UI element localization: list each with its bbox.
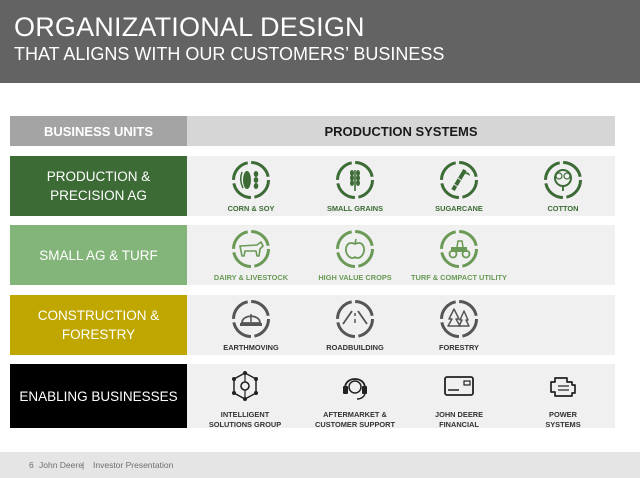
system-small-grains: SMALL GRAINS: [303, 160, 407, 213]
hard-hat-icon: [232, 300, 270, 338]
system-label: HIGH VALUE CROPS: [318, 273, 392, 282]
cotton-icon: [544, 161, 582, 199]
unit-label: SMALL AG & TURF: [39, 247, 158, 263]
cow-icon: [232, 230, 270, 268]
unit-label: PRECISION AG: [50, 188, 147, 203]
business-units-header: BUSINESS UNITS: [10, 116, 187, 146]
unit-small-ag-turf: SMALL AG & TURF: [10, 225, 187, 285]
title-banner: ORGANIZATIONAL DESIGN THAT ALIGNS WITH O…: [0, 0, 640, 83]
system-turf-compact-utility: TURF & COMPACT UTILITY: [407, 229, 511, 282]
trees-icon: [440, 300, 478, 338]
system-label: CUSTOMER SUPPORT: [315, 420, 395, 429]
system-forestry: FORESTRY: [407, 299, 511, 352]
system-high-value-crops: HIGH VALUE CROPS: [303, 229, 407, 282]
company-name: John Deere: [39, 460, 83, 470]
slide-subtitle: THAT ALIGNS WITH OUR CUSTOMERS’ BUSINESS: [14, 44, 445, 64]
production-systems-header: PRODUCTION SYSTEMS: [187, 116, 615, 146]
headset-icon: [343, 378, 367, 400]
wheat-icon: [336, 161, 374, 199]
unit-label: PRODUCTION &: [46, 169, 151, 184]
system-label: POWER: [549, 410, 577, 419]
unit-label: CONSTRUCTION &: [37, 308, 160, 323]
tractor-icon: [440, 230, 478, 268]
system-label: DAIRY & LIVESTOCK: [213, 273, 289, 282]
apple-icon: [336, 230, 374, 268]
system-label: JOHN DEERE: [434, 410, 484, 419]
system-label: COTTON: [547, 204, 579, 213]
system-label: SMALL GRAINS: [326, 204, 384, 213]
system-sugarcane: SUGARCANE: [407, 160, 511, 213]
system-dairy-livestock: DAIRY & LIVESTOCK: [199, 229, 303, 282]
system-label: ROADBUILDING: [326, 343, 384, 352]
system-john-deere-financial: JOHN DEERE FINANCIAL: [407, 366, 511, 429]
system-label: AFTERMARKET &: [323, 410, 387, 419]
unit-label: ENABLING BUSINESSES: [19, 388, 178, 404]
system-aftermarket-customer-support: AFTERMARKET & CUSTOMER SUPPORT: [303, 366, 407, 429]
system-label: EARTHMOVING: [223, 343, 279, 352]
system-intelligent-solutions-group: INTELLIGENT SOLUTIONS GROUP: [193, 366, 297, 429]
system-roadbuilding: ROADBUILDING: [303, 299, 407, 352]
document-name: Investor Presentation: [93, 460, 174, 470]
system-power-systems: POWER SYSTEMS: [511, 366, 615, 429]
system-label: FORESTRY: [439, 343, 479, 352]
sugarcane-icon: [440, 161, 478, 199]
credit-card-icon: [444, 376, 474, 396]
slide-title: ORGANIZATIONAL DESIGN: [14, 12, 365, 42]
unit-construction-forestry: CONSTRUCTION & FORESTRY: [10, 295, 187, 355]
footer-separator: |: [82, 460, 85, 470]
unit-enabling-businesses: ENABLING BUSINESSES: [10, 364, 187, 428]
system-label: SOLUTIONS GROUP: [208, 420, 282, 429]
system-label: SUGARCANE: [435, 204, 483, 213]
system-label: INTELLIGENT: [220, 410, 270, 419]
system-label: TURF & COMPACT UTILITY: [411, 273, 507, 282]
system-corn-soy: CORN & SOY: [199, 160, 303, 213]
engine-icon: [550, 377, 576, 397]
page-number: 6: [29, 460, 34, 470]
unit-production-precision-ag: PRODUCTION & PRECISION AG: [10, 156, 187, 216]
system-label: FINANCIAL: [439, 420, 479, 429]
road-icon: [336, 300, 374, 338]
system-cotton: COTTON: [511, 160, 615, 213]
system-label: SYSTEMS: [545, 420, 581, 429]
network-icon: [232, 371, 258, 401]
system-earthmoving: EARTHMOVING: [199, 299, 303, 352]
corn-soy-icon: [232, 161, 270, 199]
footer: 6 John Deere | Investor Presentation: [0, 452, 640, 478]
system-label: CORN & SOY: [227, 204, 275, 213]
unit-label: FORESTRY: [61, 327, 136, 342]
